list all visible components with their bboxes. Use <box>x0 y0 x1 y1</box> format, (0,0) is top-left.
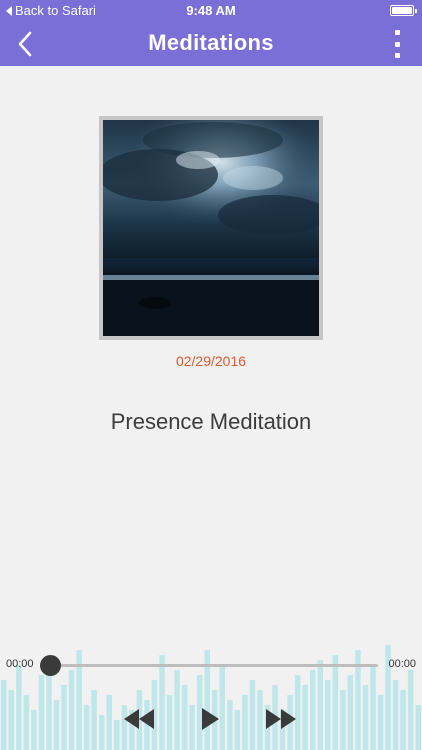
waveform-bar <box>106 695 112 750</box>
waveform-bar <box>114 720 120 750</box>
waveform-bar <box>325 680 331 750</box>
waveform-bar <box>340 690 346 750</box>
waveform-bar <box>400 690 406 750</box>
waveform-bar <box>227 700 233 750</box>
status-bar: Back to Safari 9:48 AM <box>0 0 422 22</box>
waveform-bar <box>249 680 256 750</box>
more-options-button[interactable] <box>392 30 402 58</box>
waveform-bar <box>159 655 165 750</box>
page-title: Meditations <box>148 30 274 55</box>
waveform-bar <box>392 680 399 750</box>
waveform-bar <box>99 715 105 750</box>
waveform-bar <box>362 685 369 750</box>
waveform-bar <box>415 705 421 750</box>
waveform-bar <box>83 705 90 750</box>
waveform-bar <box>310 670 316 750</box>
waveform-bar <box>31 710 37 750</box>
play-icon <box>202 708 219 730</box>
waveform-bar <box>181 685 188 750</box>
dot <box>394 41 400 47</box>
rewind-button[interactable] <box>122 706 156 732</box>
waveform-bar <box>8 690 14 750</box>
waveform-bar <box>16 665 22 750</box>
battery-icon <box>390 5 417 16</box>
waveform-bar <box>234 710 241 750</box>
waveform-background <box>1 645 421 750</box>
waveform-bar <box>166 695 173 750</box>
waveform-bar <box>242 695 248 750</box>
progress-slider[interactable] <box>48 664 378 667</box>
waveform-bar <box>317 660 323 750</box>
waveform-bar <box>347 675 354 750</box>
waveform-bar <box>68 670 75 750</box>
waveform-bar <box>38 675 45 750</box>
dot <box>394 53 400 58</box>
waveform-bar <box>407 670 414 750</box>
meditation-date: 02/29/2016 <box>175 353 247 369</box>
status-time: 9:48 AM <box>186 3 236 18</box>
waveform-bar <box>189 705 195 750</box>
elapsed-time: 00:00 <box>6 658 34 670</box>
fast-forward-icon <box>266 709 296 729</box>
play-button[interactable] <box>199 706 221 732</box>
waveform-bar <box>377 695 384 750</box>
waveform-bar <box>332 655 339 750</box>
fast-forward-button[interactable] <box>264 706 298 732</box>
stormy-sea-image <box>103 120 319 336</box>
rewind-icon <box>124 709 154 729</box>
waveform-bar <box>53 700 60 750</box>
meditation-title: Presence Meditation <box>110 409 312 434</box>
dot <box>394 30 400 35</box>
waveform-bar <box>1 680 7 750</box>
waveform-bar <box>61 685 67 750</box>
waveform-bar <box>302 685 308 750</box>
waveform-bar <box>257 690 263 750</box>
waveform-bar <box>174 670 180 750</box>
waveform-bar <box>91 690 97 750</box>
progress-knob[interactable] <box>40 655 61 676</box>
navigation-bar: Meditations <box>0 22 422 66</box>
waveform-bar <box>370 665 376 750</box>
waveform-bar <box>23 695 30 750</box>
meditation-artwork <box>99 116 323 340</box>
total-time: 00:00 <box>388 658 416 670</box>
